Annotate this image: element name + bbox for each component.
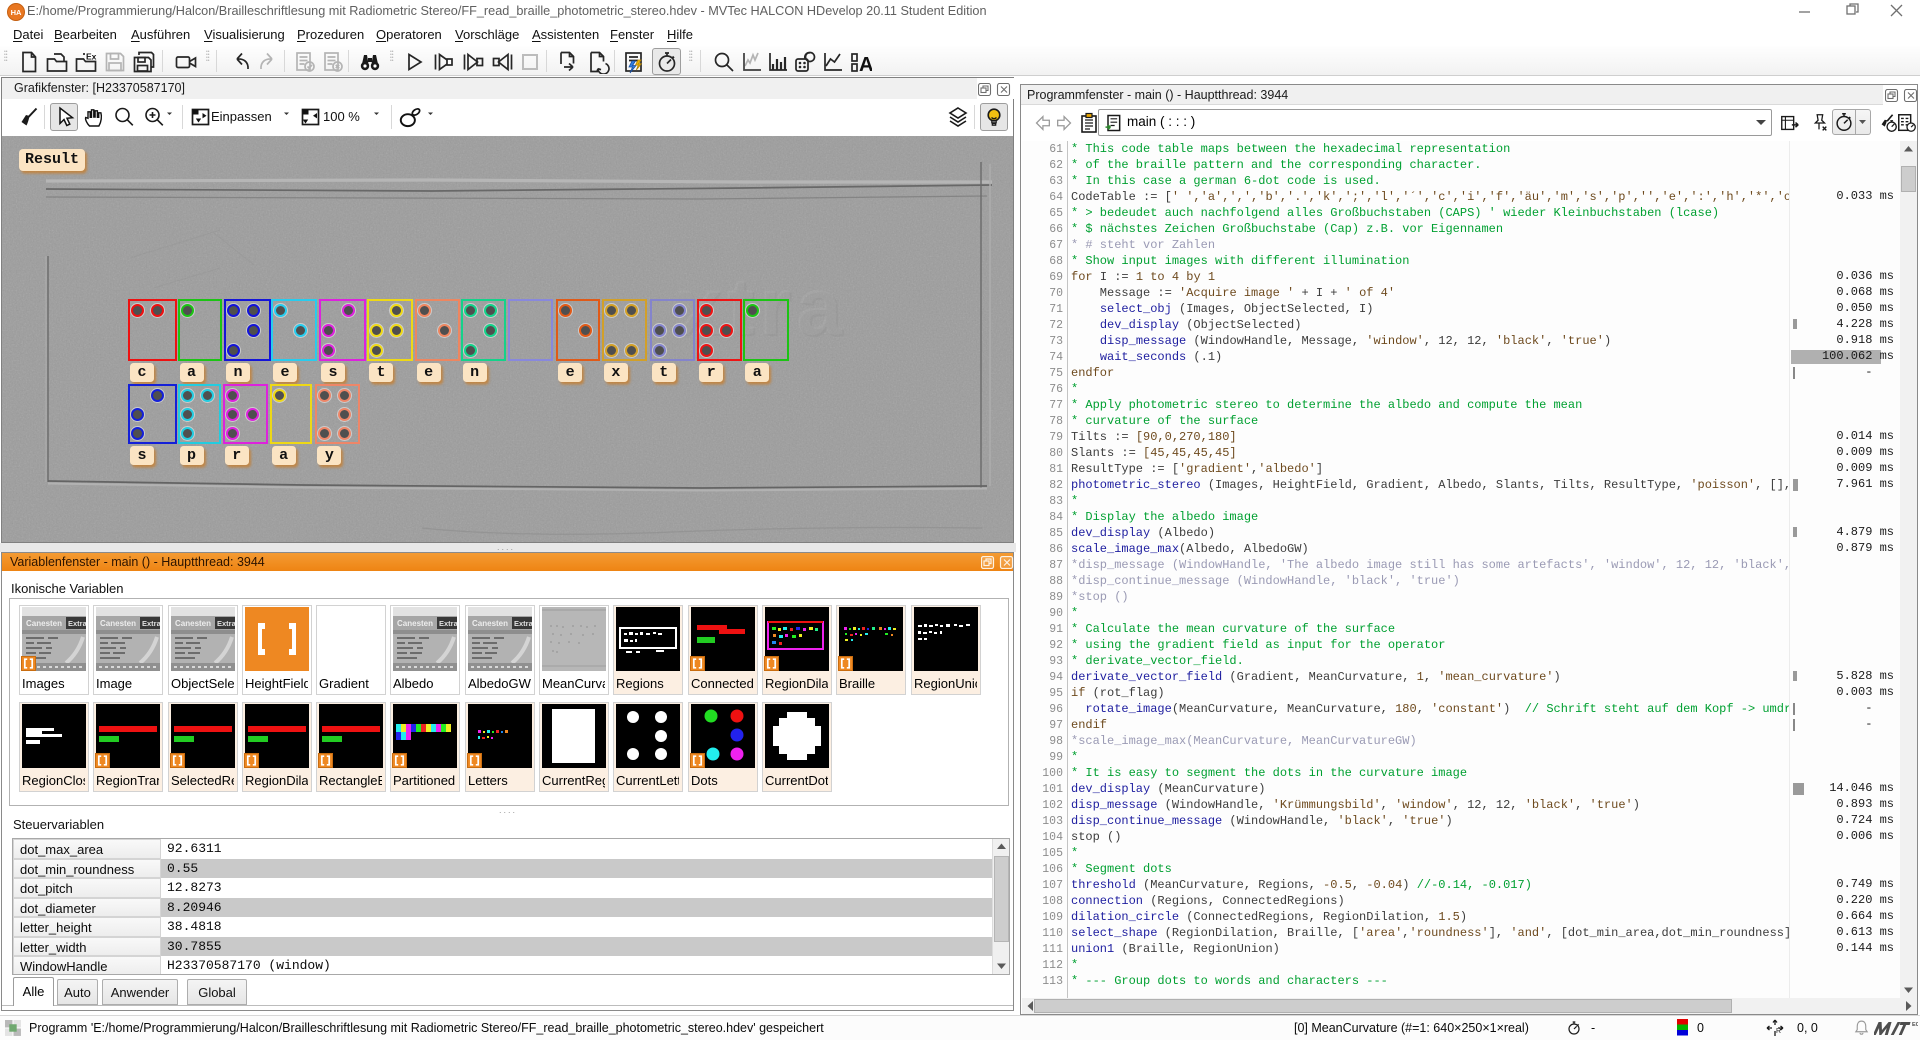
svg-text:HA: HA	[11, 8, 22, 17]
svg-text:R: R	[1776, 1028, 1781, 1035]
svg-text:Ex: Ex	[86, 52, 97, 62]
svg-text:EC: EC	[1912, 1022, 1918, 1028]
svg-text:A: A	[859, 54, 872, 74]
